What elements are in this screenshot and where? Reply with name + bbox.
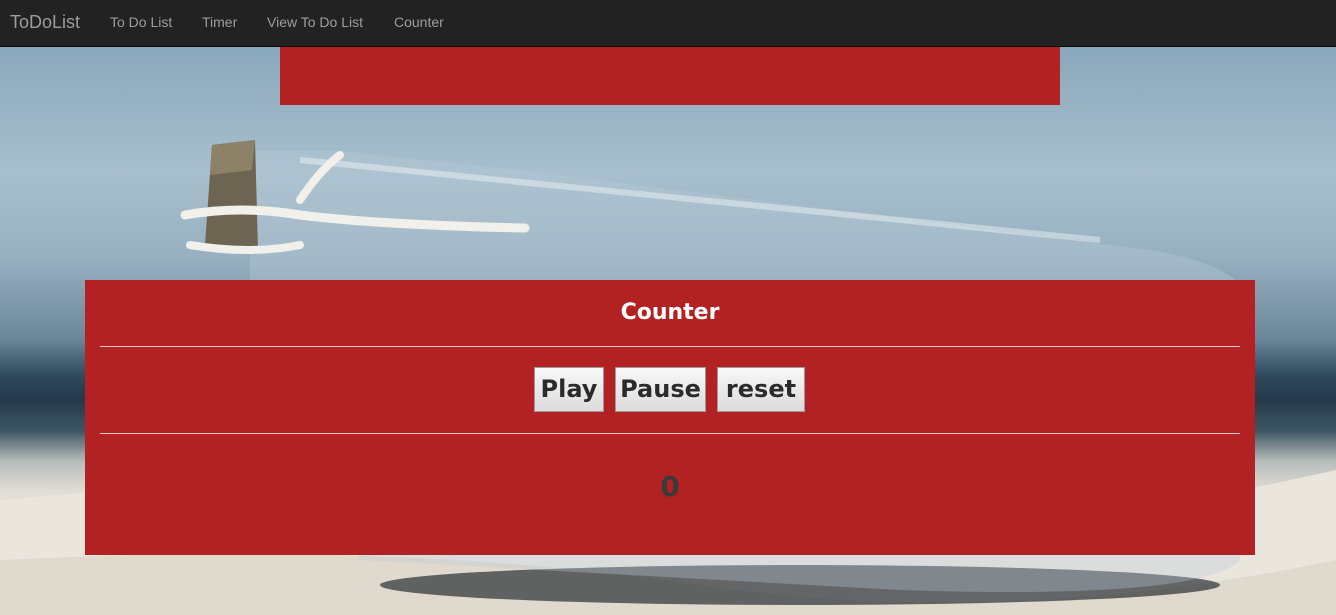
top-banner	[280, 47, 1060, 105]
counter-panel: Counter Play Pause reset 0	[85, 280, 1255, 555]
navbar: ToDoList To Do List Timer View To Do Lis…	[0, 0, 1336, 47]
nav-link-timer[interactable]: Timer	[202, 0, 237, 46]
counter-title: Counter	[620, 300, 720, 325]
pause-button[interactable]: Pause	[615, 367, 706, 412]
nav-link-counter[interactable]: Counter	[394, 0, 444, 46]
divider	[100, 433, 1240, 434]
nav-link-to-do-list[interactable]: To Do List	[110, 0, 172, 46]
play-button[interactable]: Play	[534, 367, 604, 412]
counter-value: 0	[660, 470, 680, 503]
nav-link-view-to-do-list[interactable]: View To Do List	[267, 0, 363, 46]
brand-link[interactable]: ToDoList	[10, 0, 80, 46]
divider	[100, 346, 1240, 347]
reset-button[interactable]: reset	[717, 367, 805, 412]
